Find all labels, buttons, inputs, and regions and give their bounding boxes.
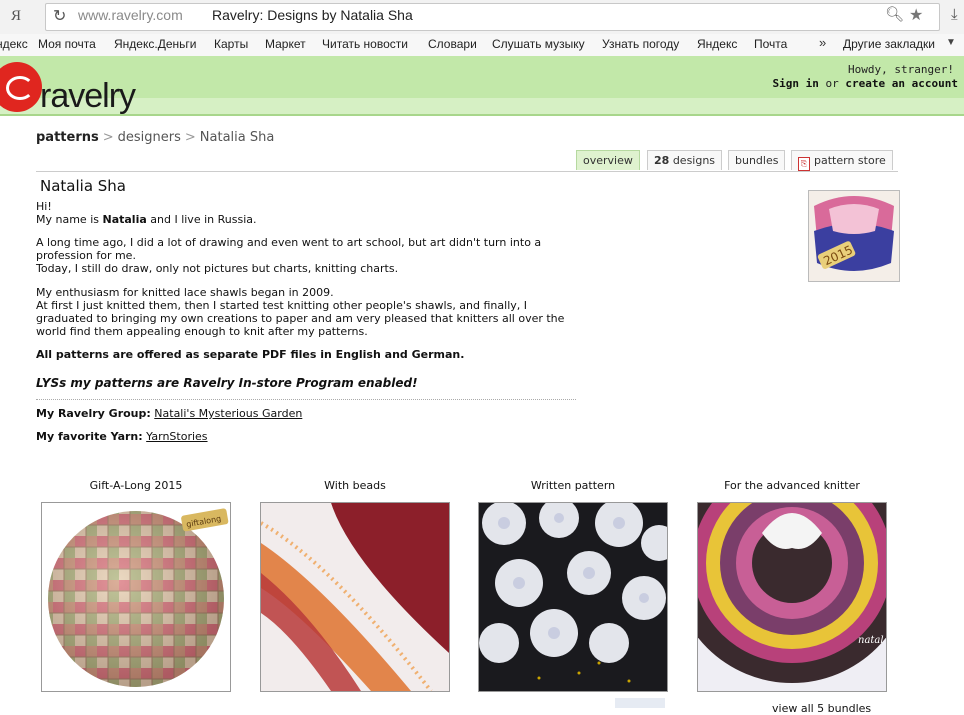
bookmark-item[interactable]: Маркет [265, 37, 306, 51]
sign-in-link[interactable]: Sign in [773, 77, 819, 90]
yarn-link[interactable]: YarnStories [146, 430, 207, 443]
breadcrumb-separator: > [102, 130, 114, 145]
bookmark-item[interactable]: Яндекс.Деньги [114, 37, 196, 51]
small-badge [615, 698, 665, 708]
designs-count: 28 [654, 154, 670, 167]
create-account-link[interactable]: create an account [845, 77, 958, 90]
tab-bundles[interactable]: bundles [728, 150, 786, 170]
bookmark-item[interactable]: Моя почта [38, 37, 96, 51]
bundle-caption[interactable]: Gift-A-Long 2015 [41, 479, 231, 492]
designer-avatar[interactable]: 2015 [808, 190, 900, 282]
group-label: My Ravelry Group: [36, 407, 151, 420]
url-text[interactable]: www.ravelry.com [78, 7, 183, 23]
bookmark-item[interactable]: Карты [214, 37, 248, 51]
tab-store-label: pattern store [814, 154, 886, 167]
bookmark-item[interactable]: Словари [428, 37, 477, 51]
bio-p1a: A long time ago, I did a lot of drawing … [36, 236, 542, 262]
bookmark-item[interactable]: Яндекс [697, 37, 737, 51]
tab-overview[interactable]: overview [576, 150, 640, 170]
bio-p2a: My enthusiasm for knitted lace shawls be… [36, 286, 334, 299]
star-icon[interactable]: ★ [909, 5, 923, 24]
other-bookmarks[interactable]: Другие закладки [843, 37, 935, 51]
tabs-divider [36, 171, 898, 172]
thumbnail-watermark: natal [858, 635, 884, 646]
reload-icon[interactable]: ↻ [53, 6, 66, 25]
bookmark-item[interactable]: Узнать погоду [602, 37, 679, 51]
tab-pattern-store[interactable]: ⎘ pattern store [791, 150, 893, 171]
bio-paragraph-2: My enthusiasm for knitted lace shawls be… [36, 286, 581, 338]
chevron-down-icon[interactable]: ▼ [946, 37, 956, 48]
yarn-label: My favorite Yarn: [36, 430, 143, 443]
page-title-in-address: Ravelry: Designs by Natalia Sha [212, 7, 413, 23]
bundle-caption[interactable]: For the advanced knitter [697, 479, 887, 492]
group-line: My Ravelry Group: Natali's Mysterious Ga… [36, 407, 581, 420]
dotted-divider [36, 399, 576, 400]
bio-p2b: At first I just knitted them, then I sta… [36, 299, 565, 338]
breadcrumb-designers[interactable]: designers [118, 130, 181, 145]
intro-name: Natalia [102, 213, 147, 226]
or-text: or [825, 77, 839, 90]
breadcrumb: patterns > designers > Natalia Sha [36, 130, 274, 145]
bundle-thumbnail[interactable] [478, 502, 668, 692]
bookmark-item[interactable]: ндекс [0, 37, 28, 51]
intro-b: and I live in Russia. [146, 213, 257, 226]
bookmark-item[interactable]: Почта [754, 37, 787, 51]
hi-text: Hi! [36, 200, 52, 213]
logo-loop-icon [6, 76, 34, 100]
pdf-note: All patterns are offered as separate PDF… [36, 348, 465, 361]
bundle-caption[interactable]: Written pattern [478, 479, 668, 492]
tab-designs[interactable]: 28 designs [647, 150, 723, 170]
intro-text: Hi! My name is Natalia and I live in Rus… [36, 200, 581, 226]
designer-name: Natalia Sha [40, 177, 127, 195]
group-link[interactable]: Natali's Mysterious Garden [154, 407, 302, 420]
breadcrumb-patterns[interactable]: patterns [36, 130, 99, 145]
bundle-thumbnail[interactable]: natal [697, 502, 887, 692]
bookmark-item[interactable]: Читать новости [322, 37, 408, 51]
bundle-thumbnail[interactable]: giftalong [41, 502, 231, 692]
header-stripe [0, 98, 964, 114]
ravelry-logo-text[interactable]: ravelry [40, 77, 136, 116]
breadcrumb-separator: > [184, 130, 196, 145]
bookmarks-more-icon[interactable]: » [819, 35, 826, 50]
bookmarks-bar: ндекс Моя почта Яндекс.Деньги Карты Марк… [0, 34, 964, 57]
bundle-thumbnail[interactable] [260, 502, 450, 692]
zoom-icon[interactable]: 🔍︎ [885, 5, 904, 23]
pdf-icon: ⎘ [798, 157, 810, 171]
yarn-line: My favorite Yarn: YarnStories [36, 430, 581, 443]
account-links: Sign in or create an account [773, 77, 958, 90]
bundle-caption[interactable]: With beads [260, 479, 450, 492]
download-icon[interactable]: ⤓ [951, 5, 958, 23]
lys-note: LYSs my patterns are Ravelry In-store Pr… [36, 376, 418, 390]
breadcrumb-designer: Natalia Sha [199, 130, 275, 145]
intro-line: My name is Natalia and I live in Russia. [36, 213, 581, 226]
tab-designs-label: designs [672, 154, 716, 167]
greeting: Howdy, stranger! [848, 63, 954, 76]
yandex-logo[interactable]: Я [11, 8, 21, 25]
bookmark-item[interactable]: Слушать музыку [492, 37, 585, 51]
intro-a: My name is [36, 213, 103, 226]
bio-p1b: Today, I still do draw, only not picture… [36, 262, 399, 275]
bio-paragraph-1: A long time ago, I did a lot of drawing … [36, 236, 581, 275]
